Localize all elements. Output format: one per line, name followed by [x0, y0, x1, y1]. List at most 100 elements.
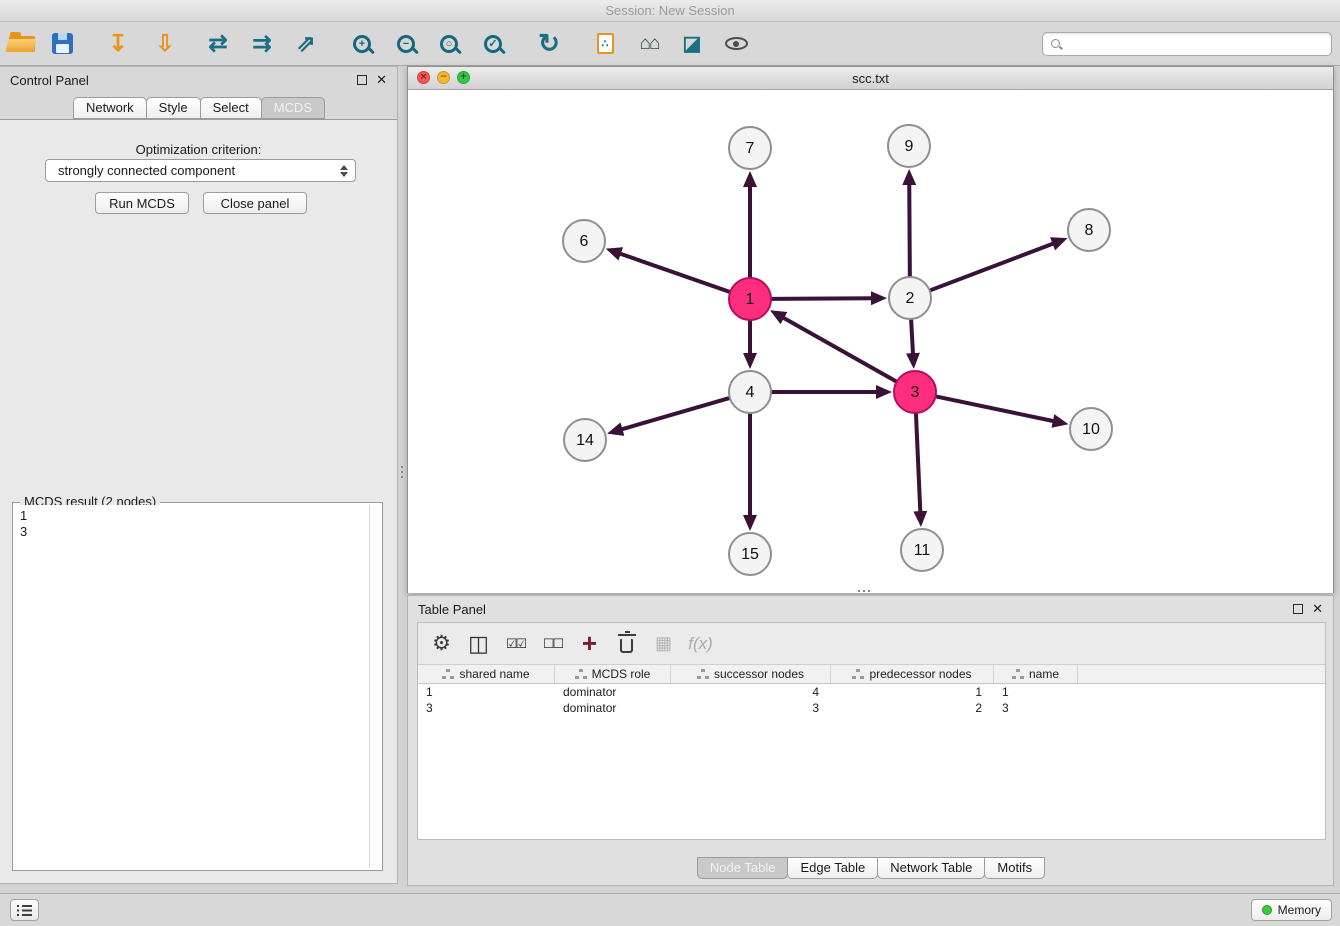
close-table-panel-icon[interactable]: ✕ [1312, 603, 1323, 616]
tab-style[interactable]: Style [146, 97, 201, 119]
memory-button[interactable]: Memory [1251, 899, 1332, 921]
column-header-predecessor-nodes[interactable]: predecessor nodes [831, 665, 994, 683]
maximize-window-icon[interactable]: + [457, 71, 470, 84]
toggle-columns-button[interactable]: ◫ [463, 628, 494, 659]
refresh-button[interactable]: ↻ [532, 27, 566, 61]
column-type-icon [442, 669, 454, 679]
export-table-button[interactable]: ⇉ [245, 27, 279, 61]
tab-network[interactable]: Network [73, 97, 147, 119]
select-all-columns-button[interactable]: ☑☑ [500, 628, 531, 659]
graph-node-4[interactable]: 4 [729, 371, 771, 413]
task-history-button[interactable] [10, 899, 39, 921]
graph-node-10[interactable]: 10 [1070, 408, 1112, 450]
column-header-name[interactable]: name [994, 665, 1078, 683]
graph-edge-3-10[interactable] [937, 397, 1055, 422]
graph-edge-2-3[interactable] [911, 320, 913, 355]
result-item[interactable]: 1 [20, 508, 368, 524]
table-cell[interactable]: 1 [831, 684, 994, 700]
network-graph[interactable]: 7 9 6 8 1 2 4 3 14 10 15 11 [408, 90, 1333, 593]
table-body: 1dominator4113dominator323 [418, 684, 1325, 839]
zoom-in-button[interactable]: + [345, 27, 379, 61]
table-cell[interactable]: dominator [555, 700, 671, 716]
zoom-out-button[interactable]: − [389, 27, 423, 61]
optimization-criterion-select[interactable]: strongly connected component [45, 159, 356, 182]
tab-node-table[interactable]: Node Table [697, 857, 789, 879]
save-session-button[interactable] [45, 27, 79, 61]
table-cell[interactable]: 1 [994, 684, 1078, 700]
table-row[interactable]: 3dominator323 [418, 700, 1325, 716]
vertical-splitter-grip[interactable] [399, 464, 405, 482]
column-header-successor-nodes[interactable]: successor nodes [671, 665, 831, 683]
export-network-icon: ⇄ [208, 30, 227, 57]
delete-table-icon: ▦ [655, 633, 672, 654]
close-panel-button[interactable]: Close panel [203, 192, 307, 214]
table-cell[interactable]: 3 [671, 700, 831, 716]
control-panel: Control Panel ✕ Network Style Select MCD… [0, 66, 398, 884]
export-image-button[interactable]: ⇗ [289, 27, 323, 61]
close-panel-icon[interactable]: ✕ [376, 74, 387, 87]
graph-node-14[interactable]: 14 [564, 419, 606, 461]
home-button[interactable]: ⌂⌂ [632, 27, 666, 61]
tab-select[interactable]: Select [200, 97, 262, 119]
close-window-icon[interactable]: × [417, 71, 430, 84]
export-network-button[interactable]: ⇄ [201, 27, 235, 61]
show-details-button[interactable] [719, 27, 753, 61]
search-input[interactable] [1064, 34, 1331, 54]
tab-mcds[interactable]: MCDS [261, 97, 325, 119]
control-panel-header: Control Panel ✕ [0, 67, 397, 93]
column-header-shared-name[interactable]: shared name [418, 665, 555, 683]
network-window-titlebar[interactable]: × − + scc.txt [408, 67, 1333, 90]
add-column-button[interactable]: + [574, 628, 605, 659]
graph-node-7[interactable]: 7 [729, 127, 771, 169]
float-panel-icon[interactable] [357, 75, 367, 85]
run-mcds-button[interactable]: Run MCDS [95, 192, 189, 214]
table-cell[interactable]: 3 [418, 700, 555, 716]
column-header-label: name [1029, 667, 1059, 681]
result-item[interactable]: 3 [20, 524, 368, 540]
network-canvas[interactable]: 7 9 6 8 1 2 4 3 14 10 15 11 [408, 90, 1333, 593]
import-network-button[interactable]: ↧ [101, 27, 135, 61]
table-cell[interactable]: 2 [831, 700, 994, 716]
graph-edge-2-8[interactable] [931, 243, 1055, 290]
zoom-selected-button[interactable]: ✓ [476, 27, 510, 61]
column-header-MCDS-role[interactable]: MCDS role [555, 665, 671, 683]
graph-edge-3-1[interactable] [782, 317, 896, 381]
style-button[interactable]: ◪ [675, 27, 709, 61]
zoom-fit-button[interactable]: ○ [432, 27, 466, 61]
function-builder-button[interactable]: f(x) [685, 628, 716, 659]
zoom-selected-glyph: ✓ [488, 37, 497, 50]
graph-node-1[interactable]: 1 [729, 278, 771, 320]
graph-edge-1-2[interactable] [772, 298, 873, 299]
graph-node-8[interactable]: 8 [1068, 209, 1110, 251]
graph-edge-4-14[interactable] [621, 398, 729, 430]
tab-motifs[interactable]: Motifs [984, 857, 1045, 879]
float-table-panel-icon[interactable] [1293, 604, 1303, 614]
delete-column-button[interactable] [611, 628, 642, 659]
table-cell[interactable]: 1 [418, 684, 555, 700]
table-cell[interactable]: 4 [671, 684, 831, 700]
open-file-button[interactable] [5, 27, 39, 61]
table-cell[interactable]: 3 [994, 700, 1078, 716]
table-settings-button[interactable]: ⚙ [426, 628, 457, 659]
import-table-button[interactable]: ⇩ [148, 27, 182, 61]
horizontal-splitter-grip[interactable] [856, 588, 874, 594]
result-scrollbar-track[interactable] [369, 505, 380, 868]
graph-edge-1-6[interactable] [619, 253, 729, 292]
table-row[interactable]: 1dominator411 [418, 684, 1325, 700]
graph-node-11[interactable]: 11 [901, 529, 943, 571]
tab-edge-table[interactable]: Edge Table [787, 857, 878, 879]
delete-table-button[interactable]: ▦ [648, 628, 679, 659]
graph-node-2[interactable]: 2 [889, 277, 931, 319]
graph-edge-3-11[interactable] [916, 414, 920, 513]
tab-network-table[interactable]: Network Table [877, 857, 985, 879]
graph-node-9[interactable]: 9 [888, 125, 930, 167]
graph-node-6[interactable]: 6 [563, 220, 605, 262]
table-cell[interactable]: dominator [555, 684, 671, 700]
copy-view-button[interactable]: ∴ [588, 27, 622, 61]
graph-node-15[interactable]: 15 [729, 533, 771, 575]
search-box [1042, 32, 1332, 56]
minimize-window-icon[interactable]: − [437, 71, 450, 84]
graph-edge-2-9[interactable] [909, 183, 910, 276]
graph-node-3[interactable]: 3 [894, 371, 936, 413]
unselect-all-columns-button[interactable]: ☐☐ [537, 628, 568, 659]
